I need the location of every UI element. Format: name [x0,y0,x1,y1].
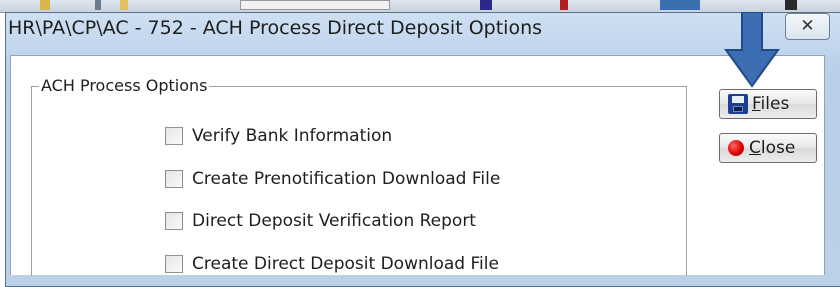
close-icon: ✕ [800,16,815,36]
close-button[interactable]: Close [719,133,817,163]
floppy-disk-icon [728,94,748,114]
toolbar-field [240,0,390,10]
toolbar-icon [40,0,50,10]
window-close-button[interactable]: ✕ [785,13,830,40]
option-direct-deposit-verification-report[interactable]: Direct Deposit Verification Report [165,211,476,231]
option-create-prenotification-download-file[interactable]: Create Prenotification Download File [165,169,500,189]
group-label: ACH Process Options [39,76,210,95]
option-label: Direct Deposit Verification Report [192,211,476,231]
toolbar-icon [785,0,797,10]
stop-icon [728,140,744,156]
toolbar-icon [480,0,492,10]
option-label: Create Prenotification Download File [192,169,501,189]
annotation-arrow-icon [724,12,780,88]
files-button[interactable]: Files [719,89,817,119]
dialog-title: HR\PA\CP\AC - 752 - ACH Process Direct D… [8,17,543,39]
toolbar-icon [120,0,128,10]
verify-bank-information-checkbox[interactable] [165,127,183,145]
option-label: Create Direct Deposit Download File [192,254,499,274]
direct-deposit-verification-report-checkbox[interactable] [165,212,183,230]
create-direct-deposit-download-file-checkbox[interactable] [165,255,183,273]
toolbar-icon [95,0,101,10]
toolbar-icon [660,0,700,10]
option-label: Verify Bank Information [192,126,393,146]
close-button-label: Close [749,138,796,158]
option-verify-bank-information[interactable]: Verify Bank Information [165,126,392,146]
toolbar-icon [560,0,568,10]
option-create-direct-deposit-download-file[interactable]: Create Direct Deposit Download File [165,254,499,274]
files-button-label: Files [752,94,790,114]
create-prenotification-download-file-checkbox[interactable] [165,170,183,188]
